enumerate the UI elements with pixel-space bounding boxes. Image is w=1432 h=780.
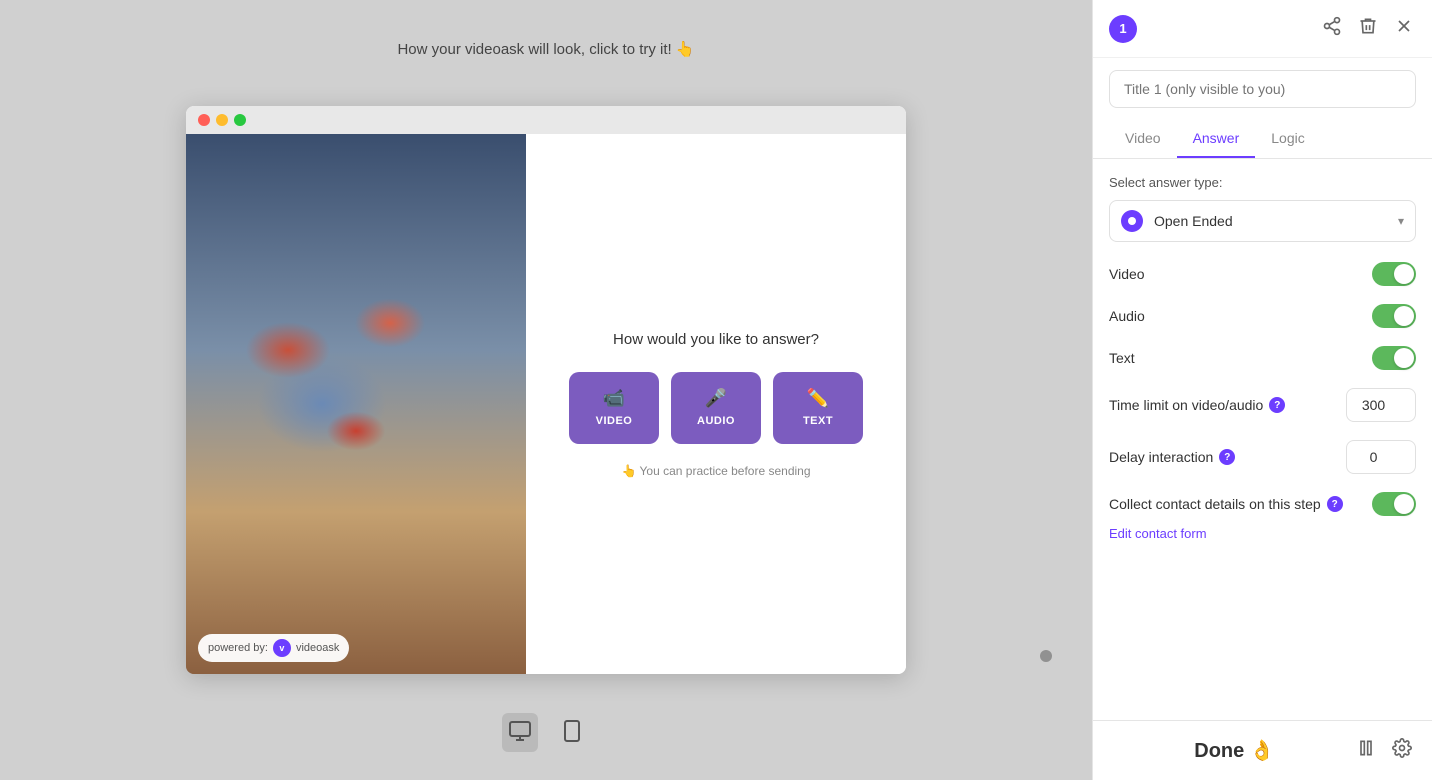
video-button-icon: 📹	[603, 388, 626, 409]
videoask-label: videoask	[296, 642, 339, 654]
preview-area: How your videoask will look, click to tr…	[0, 0, 1092, 780]
edit-contact-form-link[interactable]: Edit contact form	[1109, 526, 1416, 541]
dot-green	[234, 114, 246, 126]
text-toggle[interactable]	[1372, 346, 1416, 370]
audio-toggle-label: Audio	[1109, 308, 1145, 324]
mobile-view-button[interactable]	[554, 713, 590, 752]
answer-buttons: 📹 VIDEO 🎤 AUDIO ✏️ TEXT	[569, 372, 863, 444]
text-toggle-row: Text	[1109, 346, 1416, 370]
practice-hint: 👆 You can practice before sending	[621, 464, 810, 478]
browser-bar	[186, 106, 906, 134]
answer-type-icon	[1121, 210, 1143, 232]
bottom-bar: Done 👌	[1093, 720, 1432, 780]
video-toggle-label: Video	[1109, 266, 1145, 282]
done-button[interactable]: Done 👌	[1113, 738, 1356, 763]
time-limit-input[interactable]	[1346, 388, 1416, 422]
browser-window: powered by: v videoask How would you lik…	[186, 106, 906, 674]
dot-red	[198, 114, 210, 126]
powered-badge: powered by: v videoask	[198, 634, 349, 662]
video-toggle[interactable]	[1372, 262, 1416, 286]
answer-question: How would you like to answer?	[613, 331, 819, 348]
browser-content: powered by: v videoask How would you lik…	[186, 134, 906, 674]
video-toggle-row: Video	[1109, 262, 1416, 286]
panel-body: Select answer type: Open Ended Multiple …	[1093, 159, 1432, 720]
powered-by-text: powered by:	[208, 642, 268, 654]
delay-label: Delay interaction ?	[1109, 449, 1235, 465]
tab-logic[interactable]: Logic	[1255, 120, 1320, 158]
right-panel: 1	[1092, 0, 1432, 780]
text-button-icon: ✏️	[807, 388, 830, 409]
dot-yellow	[216, 114, 228, 126]
text-button-label: TEXT	[803, 415, 833, 427]
videoask-logo: v	[273, 639, 291, 657]
delay-input[interactable]	[1346, 440, 1416, 474]
video-button-label: VIDEO	[596, 415, 633, 427]
delete-button[interactable]	[1356, 14, 1380, 43]
panel-tabs: Video Answer Logic	[1093, 120, 1432, 159]
audio-answer-button[interactable]: 🎤 AUDIO	[671, 372, 761, 444]
time-limit-row: Time limit on video/audio ?	[1109, 388, 1416, 422]
bottom-icons	[1356, 738, 1412, 763]
preview-hint: How your videoask will look, click to tr…	[397, 40, 694, 58]
text-answer-button[interactable]: ✏️ TEXT	[773, 372, 863, 444]
title-input[interactable]	[1109, 70, 1416, 108]
answer-type-select[interactable]: Open Ended Multiple Choice Rating Opinio…	[1109, 200, 1416, 242]
tab-answer[interactable]: Answer	[1177, 120, 1256, 158]
video-panel: powered by: v videoask	[186, 134, 526, 674]
desktop-view-button[interactable]	[502, 713, 538, 752]
collect-contact-label: Collect contact details on this step ?	[1109, 496, 1372, 512]
time-limit-help-icon[interactable]: ?	[1269, 397, 1285, 413]
text-toggle-label: Text	[1109, 350, 1135, 366]
collect-contact-toggle[interactable]	[1372, 492, 1416, 516]
answer-type-wrapper: Open Ended Multiple Choice Rating Opinio…	[1109, 200, 1416, 242]
collect-help-icon[interactable]: ?	[1327, 496, 1343, 512]
audio-button-icon: 🎤	[705, 388, 728, 409]
time-limit-label: Time limit on video/audio ?	[1109, 397, 1285, 413]
settings-button[interactable]	[1392, 738, 1412, 763]
audio-button-label: AUDIO	[697, 415, 735, 427]
share-button[interactable]	[1320, 14, 1344, 43]
pause-button[interactable]	[1356, 738, 1376, 763]
delay-help-icon[interactable]: ?	[1219, 449, 1235, 465]
close-button[interactable]	[1392, 14, 1416, 43]
delay-row: Delay interaction ?	[1109, 440, 1416, 474]
select-answer-type-label: Select answer type:	[1109, 175, 1416, 190]
tab-video[interactable]: Video	[1109, 120, 1177, 158]
audio-toggle[interactable]	[1372, 304, 1416, 328]
video-answer-button[interactable]: 📹 VIDEO	[569, 372, 659, 444]
collect-contact-row: Collect contact details on this step ?	[1109, 492, 1416, 516]
step-badge: 1	[1109, 15, 1137, 43]
panel-header: 1	[1093, 0, 1432, 58]
food-image	[186, 134, 526, 674]
answer-panel: How would you like to answer? 📹 VIDEO 🎤 …	[526, 134, 906, 674]
audio-toggle-row: Audio	[1109, 304, 1416, 328]
view-toggle	[502, 713, 590, 752]
header-icons	[1320, 14, 1416, 43]
